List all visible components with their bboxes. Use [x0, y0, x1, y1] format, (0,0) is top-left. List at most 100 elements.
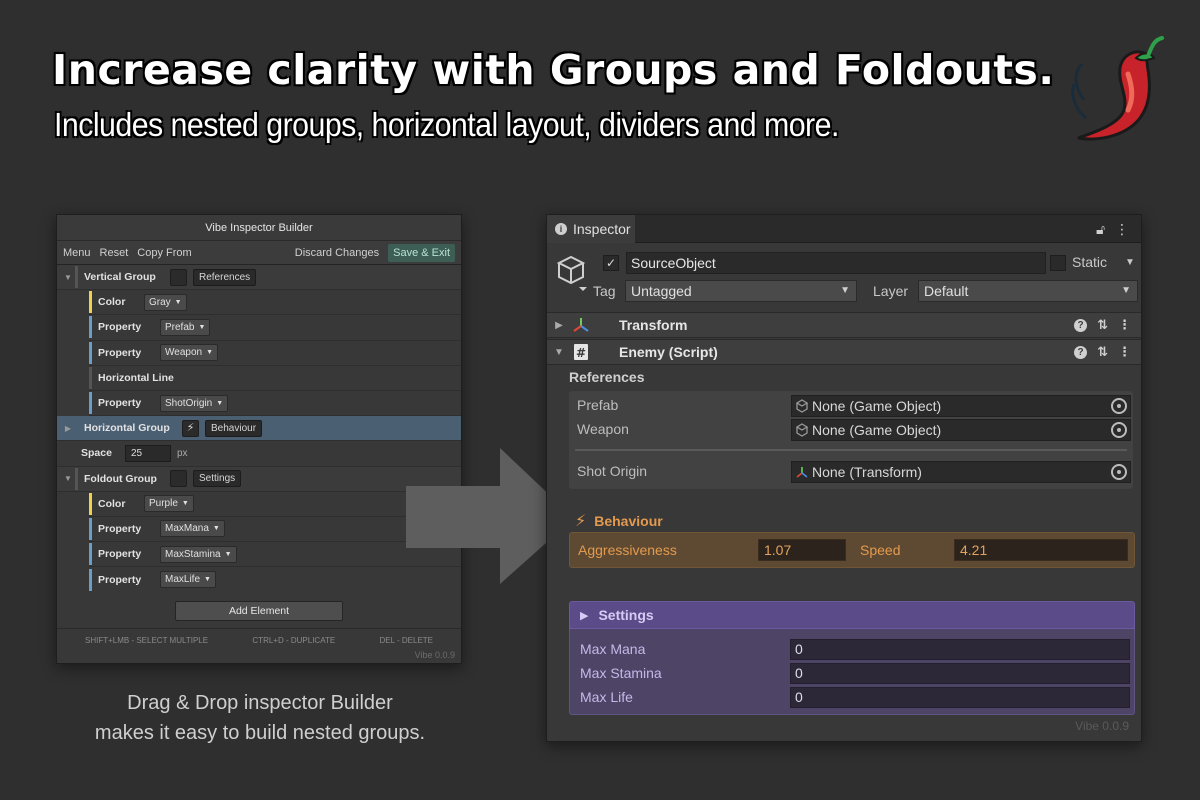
row-label: Property: [98, 397, 142, 410]
space-unit: px: [177, 447, 188, 459]
menu-button[interactable]: Menu: [63, 247, 91, 259]
reset-button[interactable]: Reset: [100, 247, 129, 259]
svg-text:#: #: [576, 346, 586, 360]
object-name-input[interactable]: SourceObject: [626, 252, 1046, 274]
icon-slot[interactable]: [170, 268, 187, 286]
settings-foldout-body: Max Mana 0 Max Stamina 0 Max Life 0: [569, 629, 1135, 715]
help-icon[interactable]: ?: [1074, 319, 1088, 332]
group-name-field[interactable]: References: [193, 268, 257, 286]
hint-select-multiple: SHIFT+LMB - SELECT MULTIPLE: [85, 636, 209, 645]
tab-actions: 🔓︎ ⋮: [1096, 221, 1129, 238]
gameobject-cube-icon: [556, 255, 587, 291]
info-icon: i: [555, 223, 567, 235]
max-stamina-input[interactable]: 0: [790, 663, 1130, 684]
row-label: Vertical Group: [84, 271, 156, 284]
property-row[interactable]: Property Prefab ▼: [89, 315, 461, 341]
script-hash-icon: #: [571, 343, 591, 361]
builder-toolbar: Menu Reset Copy From Discard Changes Sav…: [57, 241, 461, 265]
caption-line-2: makes it easy to build nested groups.: [94, 722, 426, 744]
row-label: Property: [98, 548, 142, 561]
behaviour-group-title: ⚡ Behaviour: [575, 513, 663, 530]
property-dropdown[interactable]: MaxStamina ▼: [160, 545, 237, 563]
expand-triangle-icon[interactable]: ▶: [549, 320, 569, 331]
color-dropdown[interactable]: Gray ▼: [144, 293, 187, 311]
color-dropdown[interactable]: Purple ▼: [144, 495, 194, 513]
space-row[interactable]: Space 25 px: [57, 441, 461, 467]
add-element-button[interactable]: Add Element: [175, 601, 343, 622]
horizontal-divider: [575, 449, 1127, 451]
inspector-tabbar: i Inspector 🔓︎ ⋮: [547, 215, 1141, 243]
horizontal-group-row[interactable]: ▶ Horizontal Group ⚡ Behaviour: [57, 416, 461, 442]
transform-component-header[interactable]: ▶ Transform ? ⇅ ⋮: [547, 312, 1141, 338]
copy-from-button[interactable]: Copy From: [137, 247, 191, 259]
object-picker-icon[interactable]: [1111, 422, 1127, 438]
row-label: Property: [98, 321, 142, 334]
icon-slot[interactable]: [170, 470, 187, 488]
more-menu-icon[interactable]: ⋮: [1118, 317, 1131, 333]
layer-dropdown[interactable]: Default ▼: [918, 280, 1138, 302]
more-menu-icon[interactable]: ⋮: [1118, 344, 1131, 360]
builder-version: Vibe 0.0.9: [414, 650, 455, 660]
static-checkbox[interactable]: [1050, 255, 1066, 271]
lock-icon[interactable]: 🔓︎: [1096, 221, 1105, 237]
collapse-triangle-icon[interactable]: ▼: [61, 273, 75, 282]
group-name-field[interactable]: Behaviour: [205, 419, 263, 437]
property-row[interactable]: Property Weapon ▼: [89, 341, 461, 366]
builder-window: Vibe Inspector Builder Menu Reset Copy F…: [56, 214, 462, 664]
group-name-field[interactable]: Settings: [193, 470, 242, 488]
script-component-header[interactable]: ▼ # Enemy (Script) ? ⇅ ⋮: [547, 339, 1141, 365]
property-dropdown[interactable]: MaxMana ▼: [160, 520, 225, 538]
static-dropdown-icon[interactable]: ▼: [1125, 257, 1135, 268]
property-row[interactable]: Property ShotOrigin ▼: [89, 391, 461, 417]
inspector-window: i Inspector 🔓︎ ⋮ ✓ SourceObject Static ▼…: [546, 214, 1142, 742]
aggressiveness-input[interactable]: 1.07: [758, 539, 846, 561]
property-dropdown[interactable]: Weapon ▼: [160, 344, 219, 362]
settings-sliders-icon[interactable]: ⇅: [1097, 344, 1108, 360]
row-label: Property: [98, 346, 142, 359]
prefab-label: Prefab: [577, 397, 619, 413]
lightning-icon[interactable]: ⚡: [182, 419, 199, 437]
weapon-label: Weapon: [577, 421, 629, 437]
property-dropdown[interactable]: Prefab ▼: [160, 318, 211, 336]
prefab-object-field[interactable]: None (Game Object): [791, 395, 1131, 417]
collapse-triangle-icon[interactable]: ▼: [61, 474, 75, 483]
transform-axes-icon: [571, 317, 591, 333]
shot-origin-object-field[interactable]: None (Transform): [791, 461, 1131, 483]
gameobject-cube-icon: [795, 423, 809, 440]
property-dropdown[interactable]: ShotOrigin ▼: [160, 394, 229, 412]
caption-line-1: Drag & Drop inspector Builder: [127, 692, 393, 714]
property-dropdown[interactable]: MaxLife ▼: [160, 571, 216, 589]
transform-axes-icon: [796, 465, 808, 481]
builder-title: Vibe Inspector Builder: [57, 215, 461, 241]
settings-foldout-header[interactable]: ▶ Settings: [569, 601, 1135, 629]
vertical-group-row[interactable]: ▼ Vertical Group References: [57, 265, 461, 291]
layer-label: Layer: [873, 283, 909, 299]
hint-delete: DEL - DELETE: [379, 636, 434, 645]
space-input[interactable]: 25: [125, 444, 171, 462]
more-menu-icon[interactable]: ⋮: [1115, 221, 1129, 237]
max-life-input[interactable]: 0: [790, 687, 1130, 708]
shot-origin-label: Shot Origin: [577, 463, 648, 479]
expand-triangle-icon[interactable]: ▶: [580, 609, 588, 622]
static-label: Static: [1072, 254, 1108, 270]
collapse-triangle-icon[interactable]: ▼: [549, 347, 569, 358]
foldout-group-row[interactable]: ▼ Foldout Group Settings: [57, 466, 461, 492]
lightning-icon: ⚡: [575, 513, 587, 530]
weapon-object-field[interactable]: None (Game Object): [791, 419, 1131, 441]
discard-changes-button[interactable]: Discard Changes: [295, 247, 379, 259]
help-icon[interactable]: ?: [1074, 346, 1088, 359]
max-mana-input[interactable]: 0: [790, 639, 1130, 660]
tab-inspector[interactable]: i Inspector: [547, 215, 635, 243]
object-picker-icon[interactable]: [1111, 464, 1127, 480]
speed-input[interactable]: 4.21: [954, 539, 1128, 561]
color-row[interactable]: Color Gray ▼: [89, 290, 461, 316]
horizontal-line-row[interactable]: Horizontal Line: [89, 366, 461, 391]
object-picker-icon[interactable]: [1111, 398, 1127, 414]
tag-dropdown[interactable]: Untagged ▼: [625, 280, 857, 302]
headline: Increase clarity with Groups and Foldout…: [52, 46, 1055, 94]
settings-sliders-icon[interactable]: ⇅: [1097, 317, 1108, 333]
builder-element-list: ▼ Vertical Group References Color Gray ▼ …: [57, 265, 461, 592]
expand-triangle-icon[interactable]: ▶: [61, 424, 75, 433]
active-checkbox[interactable]: ✓: [603, 255, 619, 271]
save-exit-button[interactable]: Save & Exit: [388, 243, 455, 262]
